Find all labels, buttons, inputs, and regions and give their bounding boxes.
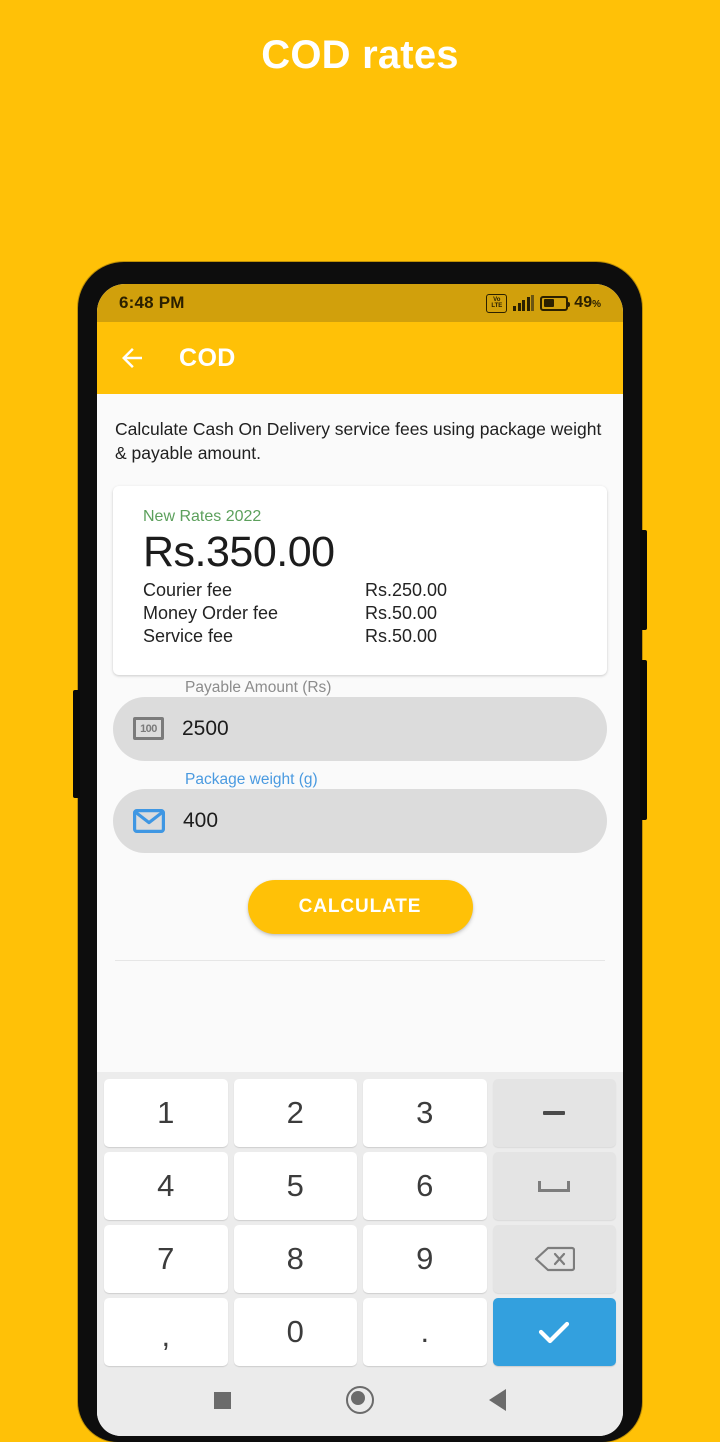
payable-amount-label: Payable Amount (Rs)	[185, 678, 332, 696]
key-6[interactable]: 6	[363, 1152, 487, 1220]
main-content: Calculate Cash On Delivery service fees …	[97, 394, 623, 1072]
package-weight-label: Package weight (g)	[185, 770, 318, 788]
back-arrow-icon[interactable]	[117, 343, 147, 373]
keyboard-row: 7 8 9	[101, 1225, 619, 1293]
backspace-icon	[535, 1246, 576, 1272]
key-3[interactable]: 3	[363, 1079, 487, 1147]
status-bar-icons: Vo LTE 49%	[486, 293, 601, 313]
fee-value: Rs.50.00	[365, 603, 438, 624]
page-title: COD rates	[261, 33, 459, 77]
volte-bottom-text: LTE	[491, 303, 503, 309]
fee-row: Money Order fee Rs.50.00	[143, 602, 577, 625]
key-space[interactable]	[492, 1152, 616, 1220]
keyboard-row: 4 5 6	[101, 1152, 619, 1220]
key-enter[interactable]	[492, 1298, 616, 1366]
fee-value: Rs.250.00	[365, 580, 448, 601]
fee-row: Service fee Rs.50.00	[143, 625, 577, 648]
space-bar-icon	[538, 1180, 571, 1192]
key-dot[interactable]: .	[363, 1298, 487, 1366]
key-minus[interactable]	[492, 1079, 616, 1147]
payable-amount-field[interactable]: Payable Amount (Rs) 100 2500	[113, 679, 607, 761]
payable-amount-box[interactable]: 100 2500	[113, 696, 607, 761]
keyboard-row: , 0 .	[101, 1298, 619, 1366]
rate-result-card: New Rates 2022 Rs.350.00 Courier fee Rs.…	[113, 486, 607, 675]
key-7[interactable]: 7	[104, 1225, 228, 1293]
fee-name: Money Order fee	[143, 603, 279, 624]
checkmark-icon	[539, 1321, 570, 1344]
status-bar: 6:48 PM Vo LTE 49%	[97, 284, 623, 322]
fee-row: Courier fee Rs.250.00	[143, 579, 577, 602]
fee-name: Courier fee	[143, 580, 233, 601]
volte-icon: Vo LTE	[486, 293, 508, 313]
page-banner: COD rates	[0, 0, 720, 262]
rates-label: New Rates 2022	[143, 508, 262, 526]
calculate-button-wrapper: CALCULATE	[97, 879, 623, 934]
fee-name: Service fee	[143, 626, 234, 647]
signal-bars-icon	[513, 295, 535, 311]
envelope-icon	[133, 808, 165, 833]
phone-power-button[interactable]	[640, 660, 647, 820]
status-bar-time: 6:48 PM	[119, 293, 185, 312]
package-weight-field[interactable]: Package weight (g) 400	[113, 771, 607, 853]
app-bar-title: COD	[179, 343, 236, 372]
key-9[interactable]: 9	[363, 1225, 487, 1293]
phone-side-button-left[interactable]	[73, 690, 80, 798]
square-recents-icon[interactable]	[214, 1391, 232, 1409]
key-backspace[interactable]	[492, 1225, 616, 1293]
key-comma[interactable]: ,	[104, 1298, 228, 1366]
battery-icon	[540, 295, 571, 311]
android-nav-bar	[97, 1364, 623, 1436]
circle-home-icon[interactable]	[345, 1386, 374, 1414]
intro-text: Calculate Cash On Delivery service fees …	[115, 419, 602, 463]
key-0[interactable]: 0	[233, 1298, 357, 1366]
content-divider	[115, 959, 605, 961]
key-4[interactable]: 4	[104, 1152, 228, 1220]
package-weight-value: 400	[183, 808, 219, 832]
triangle-back-icon[interactable]	[488, 1389, 506, 1411]
key-5[interactable]: 5	[233, 1152, 357, 1220]
key-8[interactable]: 8	[233, 1225, 357, 1293]
phone-frame: 6:48 PM Vo LTE 49% COD Calculate Cash On…	[73, 262, 647, 1442]
package-weight-box[interactable]: 400	[113, 788, 607, 853]
banknote-icon: 100	[133, 717, 164, 740]
key-1[interactable]: 1	[104, 1079, 228, 1147]
key-2[interactable]: 2	[233, 1079, 357, 1147]
numeric-keyboard: 1 2 3 4 5 6 7 8 9 , 0 .	[97, 1072, 623, 1366]
calculate-button[interactable]: CALCULATE	[247, 879, 473, 934]
phone-screen: 6:48 PM Vo LTE 49% COD Calculate Cash On…	[97, 284, 623, 1436]
battery-percent-label: 49%	[574, 294, 601, 311]
app-bar: COD	[97, 322, 623, 394]
total-amount: Rs.350.00	[143, 528, 335, 577]
minus-icon	[543, 1111, 566, 1115]
phone-volume-button[interactable]	[640, 530, 647, 630]
keyboard-row: 1 2 3	[101, 1079, 619, 1147]
fee-value: Rs.50.00	[365, 626, 438, 647]
payable-amount-value: 2500	[182, 716, 229, 740]
